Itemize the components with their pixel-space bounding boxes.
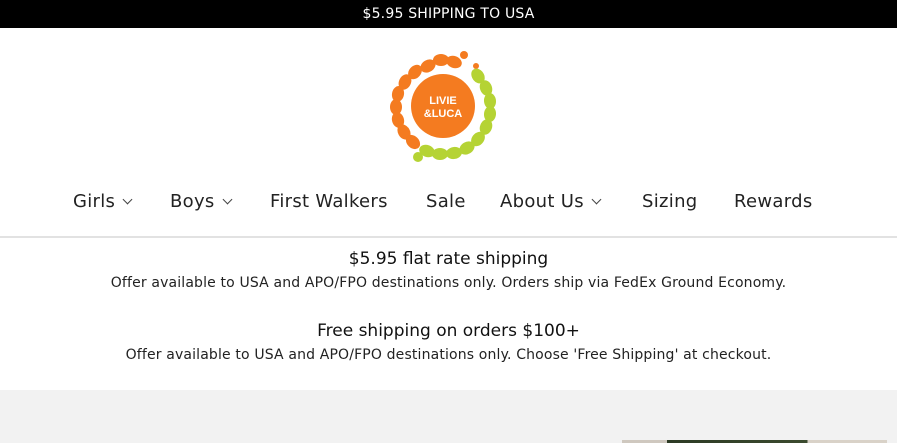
content-section <box>0 390 897 443</box>
promo-text: Offer available to USA and APO/FPO desti… <box>110 275 787 291</box>
promo-text: Offer available to USA and APO/FPO desti… <box>125 347 772 363</box>
chevron-down-icon <box>122 194 133 205</box>
promo-title: Free shipping on orders $100+ <box>317 321 580 341</box>
chevron-down-icon <box>222 194 233 205</box>
nav-item-label: Rewards <box>734 191 813 212</box>
nav-item-about-us[interactable]: About Us <box>500 186 602 218</box>
header-divider <box>0 236 897 238</box>
nav-item-boys[interactable]: Boys <box>170 186 233 218</box>
main-navigation: Girls Boys First Walkers Sale About Us S… <box>0 186 897 218</box>
nav-item-rewards[interactable]: Rewards <box>734 186 813 218</box>
promo-flat-rate: $5.95 flat rate shipping Offer available… <box>0 249 897 291</box>
chevron-down-icon <box>591 194 602 205</box>
nav-item-girls[interactable]: Girls <box>73 186 133 218</box>
announcement-text: $5.95 SHIPPING TO USA <box>362 6 535 22</box>
logo-text-line1: LIVIE <box>429 95 457 107</box>
nav-item-label: Sale <box>426 191 466 212</box>
logo-text-line2: &LUCA <box>424 108 463 120</box>
brand-logo-image: LIVIE &LUCA <box>390 51 497 162</box>
nav-item-label: About Us <box>500 191 584 212</box>
nav-item-sizing[interactable]: Sizing <box>642 186 698 218</box>
nav-item-label: Sizing <box>642 191 698 212</box>
announcement-bar: $5.95 SHIPPING TO USA <box>0 0 897 28</box>
nav-item-label: First Walkers <box>270 191 388 212</box>
promo-title: $5.95 flat rate shipping <box>348 249 549 269</box>
promo-free-shipping: Free shipping on orders $100+ Offer avai… <box>0 321 897 363</box>
nav-item-label: Boys <box>170 191 215 212</box>
nav-item-first-walkers[interactable]: First Walkers <box>270 186 388 218</box>
brand-logo[interactable]: LIVIE &LUCA <box>380 44 506 168</box>
nav-item-label: Girls <box>73 191 116 212</box>
nav-item-sale[interactable]: Sale <box>426 186 466 218</box>
